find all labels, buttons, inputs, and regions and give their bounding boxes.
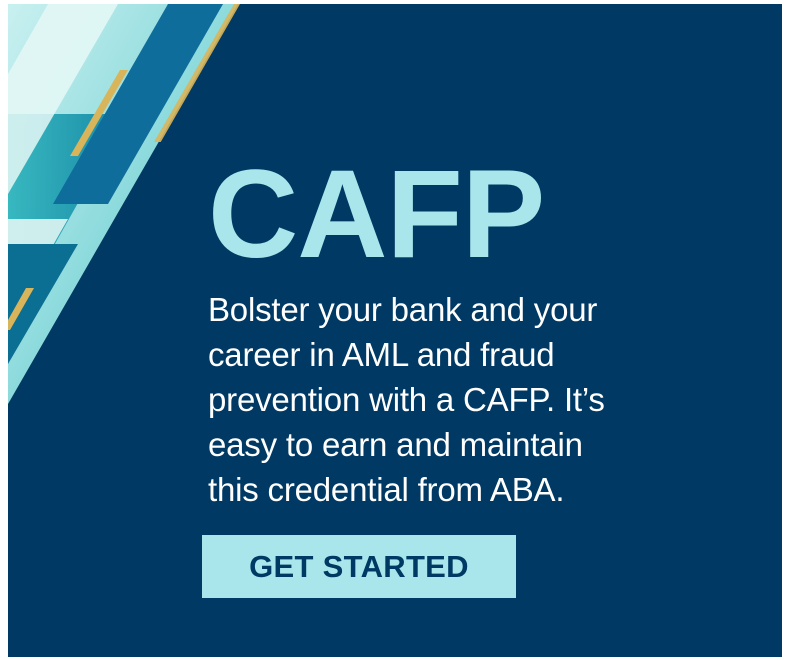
cafp-ad-banner[interactable]: CAFP Bolster your bank and your career i… (8, 4, 782, 657)
body-line: Bolster your bank and your (208, 291, 598, 328)
get-started-button[interactable]: GET STARTED (202, 535, 516, 598)
body-line: career in AML and fraud (208, 336, 555, 373)
body-line: easy to earn and maintain (208, 426, 583, 463)
ad-body-text: Bolster your bank and your career in AML… (208, 287, 728, 512)
body-line: this credential from ABA. (208, 471, 565, 508)
body-line: prevention with a CAFP. It’s (208, 381, 605, 418)
headline-cafp: CAFP (208, 145, 545, 284)
